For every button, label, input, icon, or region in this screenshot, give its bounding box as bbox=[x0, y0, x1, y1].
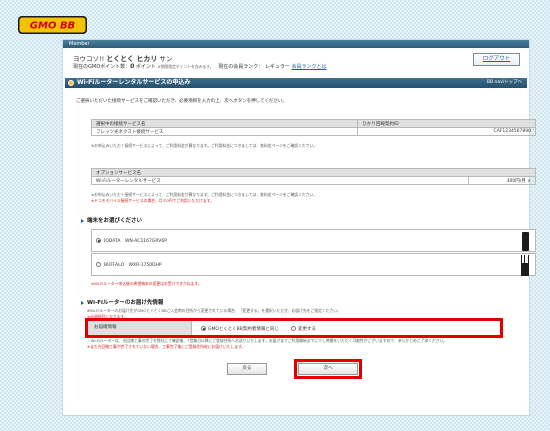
points-note: ※期限限定ポイントを含みます。 bbox=[157, 64, 214, 69]
rank-info-link[interactable]: 会員ランクとは bbox=[292, 64, 327, 70]
column-header: 選択中の接続サービス名 bbox=[90, 119, 359, 128]
option-price: 300円/月 bbox=[506, 178, 526, 184]
pricing-note: ※お申込みいただく接続サービスによって、ご利用料金が異なります。ご利用料金につき… bbox=[91, 143, 318, 148]
logout-button[interactable]: ログアウト bbox=[473, 53, 520, 66]
points-label: 現在のGMOポイント数： bbox=[73, 64, 131, 70]
rank-sep: ： bbox=[258, 64, 264, 70]
intro-text: ご選択いただいた接続サービスをご確認いただき、必要項目を入力の上、次へボタンを押… bbox=[76, 99, 287, 104]
address-option-same-label: GMOとくとくBB契約者情報と同じ bbox=[208, 327, 279, 332]
delivery-address-row: お届確情報 GMOとくとくBB契約者情報と同じ 変更する bbox=[85, 318, 503, 338]
option-name-cell: Wi-Fiルーターレンタルサービス bbox=[90, 176, 470, 185]
address-radio-same[interactable] bbox=[201, 326, 206, 331]
table-row: Wi-Fiルーターレンタルサービス 300円/月 × bbox=[90, 176, 536, 185]
rank-value: レギュラー bbox=[264, 64, 290, 70]
points-line: 現在のGMOポイント数：0 ポイント ※期限限定ポイントを含みます。 現在の会員… bbox=[73, 63, 327, 70]
router-image bbox=[522, 232, 529, 251]
member-bar: Member bbox=[63, 40, 529, 48]
column-header: オプションサービス名 bbox=[91, 168, 536, 177]
device-radio[interactable] bbox=[96, 262, 101, 267]
greeting-prefix: ヨウコソ!! bbox=[73, 55, 105, 63]
device-heading: 端末をお選びください bbox=[81, 216, 142, 224]
bb-navi-top-link[interactable]: BB naviトップへ bbox=[487, 78, 522, 88]
greeting-suffix: サン bbox=[159, 55, 173, 63]
logo-text: GMO BB bbox=[30, 21, 75, 32]
points-value: 0 bbox=[130, 63, 135, 70]
delivery-heading: Wi-Fiルーターのお届け先情報 bbox=[81, 298, 163, 306]
address-option-change[interactable]: 変更する bbox=[291, 326, 316, 332]
table-header-row: 選択中の接続サービス名 ひかり回線契約ID bbox=[90, 119, 536, 128]
address-label: お届確情報 bbox=[88, 321, 192, 335]
remove-icon[interactable]: × bbox=[527, 179, 531, 184]
user-name: とくとく ヒカリ bbox=[106, 55, 158, 63]
section-title: Wi-Fiルーターレンタルサービスの申込み bbox=[77, 79, 191, 86]
device-label: BUFFALO WXR-1750DHP bbox=[104, 263, 162, 268]
router-image bbox=[520, 255, 530, 276]
option-price-cell: 300円/月 × bbox=[468, 176, 536, 185]
address-option-same[interactable]: GMOとくとくBB契約者情報と同じ bbox=[201, 326, 279, 332]
member-label: Member bbox=[69, 41, 90, 47]
contract-table: 選択中の接続サービス名 ひかり回線契約ID フレッツ光ネクスト接続サービス CA… bbox=[90, 119, 536, 136]
gmo-bb-logo: GMO BB bbox=[18, 16, 87, 34]
option-table: オプションサービス名 Wi-Fiルーターレンタルサービス 300円/月 × bbox=[90, 168, 536, 185]
table-header-row: オプションサービス名 bbox=[91, 168, 536, 177]
service-name-cell: フレッツ光ネクスト接続サービス bbox=[90, 127, 359, 136]
address-option-change-label: 変更する bbox=[298, 327, 316, 332]
rank-label: 現在の会員ランク bbox=[218, 64, 259, 70]
next-button[interactable]: 次へ bbox=[298, 363, 358, 375]
device-warning: ※Wi-Fiルーター申込後の希望端末の変更はお受けできかねます。 bbox=[91, 281, 202, 286]
device-option-iodata[interactable]: IODATA WN-AC1167GRV6P bbox=[91, 229, 536, 252]
contract-id-cell: CAF1234567890 bbox=[357, 127, 536, 136]
device-label: IODATA WN-AC1167GRV6P bbox=[104, 239, 167, 244]
address-radio-change[interactable] bbox=[291, 326, 296, 331]
docomo-note: ※ドコモモバイル接続サービスの場合、月々0円でご利用いただけます。 bbox=[91, 198, 214, 203]
section-header: Wi-Fiルーターレンタルサービスの申込み BB naviトップへ bbox=[65, 78, 527, 88]
column-header: ひかり回線契約ID bbox=[357, 119, 536, 128]
table-row: フレッツ光ネクスト接続サービス CAF1234567890 bbox=[90, 127, 536, 136]
device-radio[interactable] bbox=[96, 238, 101, 243]
device-option-buffalo[interactable]: BUFFALO WXR-1750DHP bbox=[91, 253, 536, 276]
construction-note: ※まだ光回線工事が完了されていない場合、工事完了後にご登録住所宛にお届けいたしま… bbox=[87, 344, 246, 349]
back-button[interactable]: 戻る bbox=[227, 363, 267, 375]
points-unit: ポイント bbox=[135, 64, 156, 70]
section-bullet-icon bbox=[68, 80, 74, 86]
